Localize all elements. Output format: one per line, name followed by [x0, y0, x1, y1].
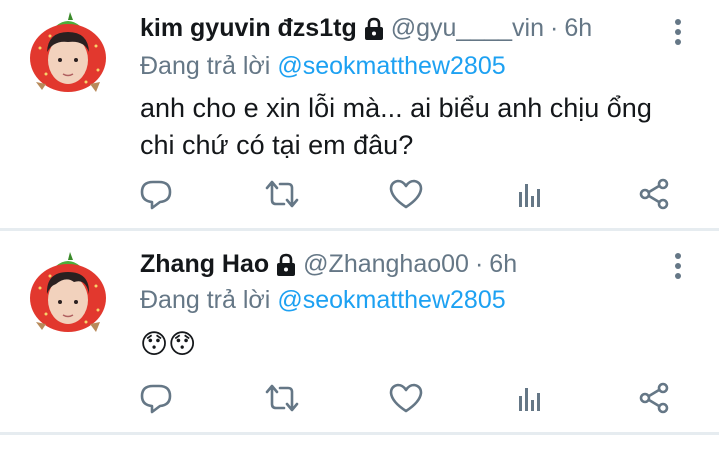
- share-icon[interactable]: [636, 380, 672, 416]
- tweet-text: anh cho e xin lỗi mà... ai biểu anh chịu…: [140, 90, 700, 164]
- avatar[interactable]: [26, 12, 110, 96]
- tweet-header: Zhang Hao @Zhanghao00 · 6h: [140, 250, 517, 279]
- more-options-icon[interactable]: [666, 16, 690, 48]
- reply-mention-link[interactable]: @seokmatthew2805: [277, 52, 505, 80]
- avatar[interactable]: [26, 252, 110, 336]
- lock-icon: [275, 253, 297, 277]
- retweet-icon[interactable]: [264, 380, 300, 416]
- lock-icon: [363, 17, 385, 41]
- share-icon[interactable]: [636, 176, 672, 212]
- tweet-actions: [0, 176, 719, 216]
- strawberry-avatar-image: [30, 12, 106, 92]
- like-icon[interactable]: [388, 176, 424, 212]
- handle[interactable]: @gyu____vin: [391, 14, 544, 43]
- tweet-text-line: chi chứ có tại em đâu?: [140, 130, 414, 160]
- analytics-icon[interactable]: [512, 176, 548, 212]
- reply-icon[interactable]: [138, 380, 174, 416]
- separator-dot: ·: [549, 14, 559, 42]
- tweet-actions: [0, 380, 719, 420]
- analytics-icon[interactable]: [512, 380, 548, 416]
- more-options-icon[interactable]: [666, 250, 690, 282]
- tweet[interactable]: kim gyuvin đzs1tg @gyu____vin · 6h Đang …: [0, 0, 719, 228]
- timestamp[interactable]: 6h: [489, 250, 517, 279]
- tweet[interactable]: Zhang Hao @Zhanghao00 · 6h Đang trả lời @…: [0, 232, 719, 432]
- display-name[interactable]: Zhang Hao: [140, 250, 269, 279]
- reply-prefix: Đang trả lời: [140, 52, 271, 80]
- like-icon[interactable]: [388, 380, 424, 416]
- reply-prefix: Đang trả lời: [140, 286, 271, 314]
- handle[interactable]: @Zhanghao00: [303, 250, 469, 279]
- timestamp[interactable]: 6h: [564, 14, 592, 43]
- reply-icon[interactable]: [138, 176, 174, 212]
- reply-mention-link[interactable]: @seokmatthew2805: [277, 286, 505, 314]
- reply-context: Đang trả lời @seokmatthew2805: [140, 286, 506, 315]
- tweet-divider: [0, 432, 719, 435]
- separator-dot: ·: [474, 250, 484, 278]
- reply-context: Đang trả lời @seokmatthew2805: [140, 52, 506, 81]
- tweet-text-line: anh cho e xin lỗi mà... ai biểu anh chịu…: [140, 93, 652, 123]
- strawberry-avatar-image: [30, 252, 106, 332]
- tweet-text-line: 😯😯: [140, 329, 197, 359]
- tweet-header: kim gyuvin đzs1tg @gyu____vin · 6h: [140, 14, 592, 43]
- display-name[interactable]: kim gyuvin đzs1tg: [140, 14, 357, 43]
- tweet-text: 😯😯: [140, 326, 700, 363]
- tweet-divider: [0, 228, 719, 231]
- retweet-icon[interactable]: [264, 176, 300, 212]
